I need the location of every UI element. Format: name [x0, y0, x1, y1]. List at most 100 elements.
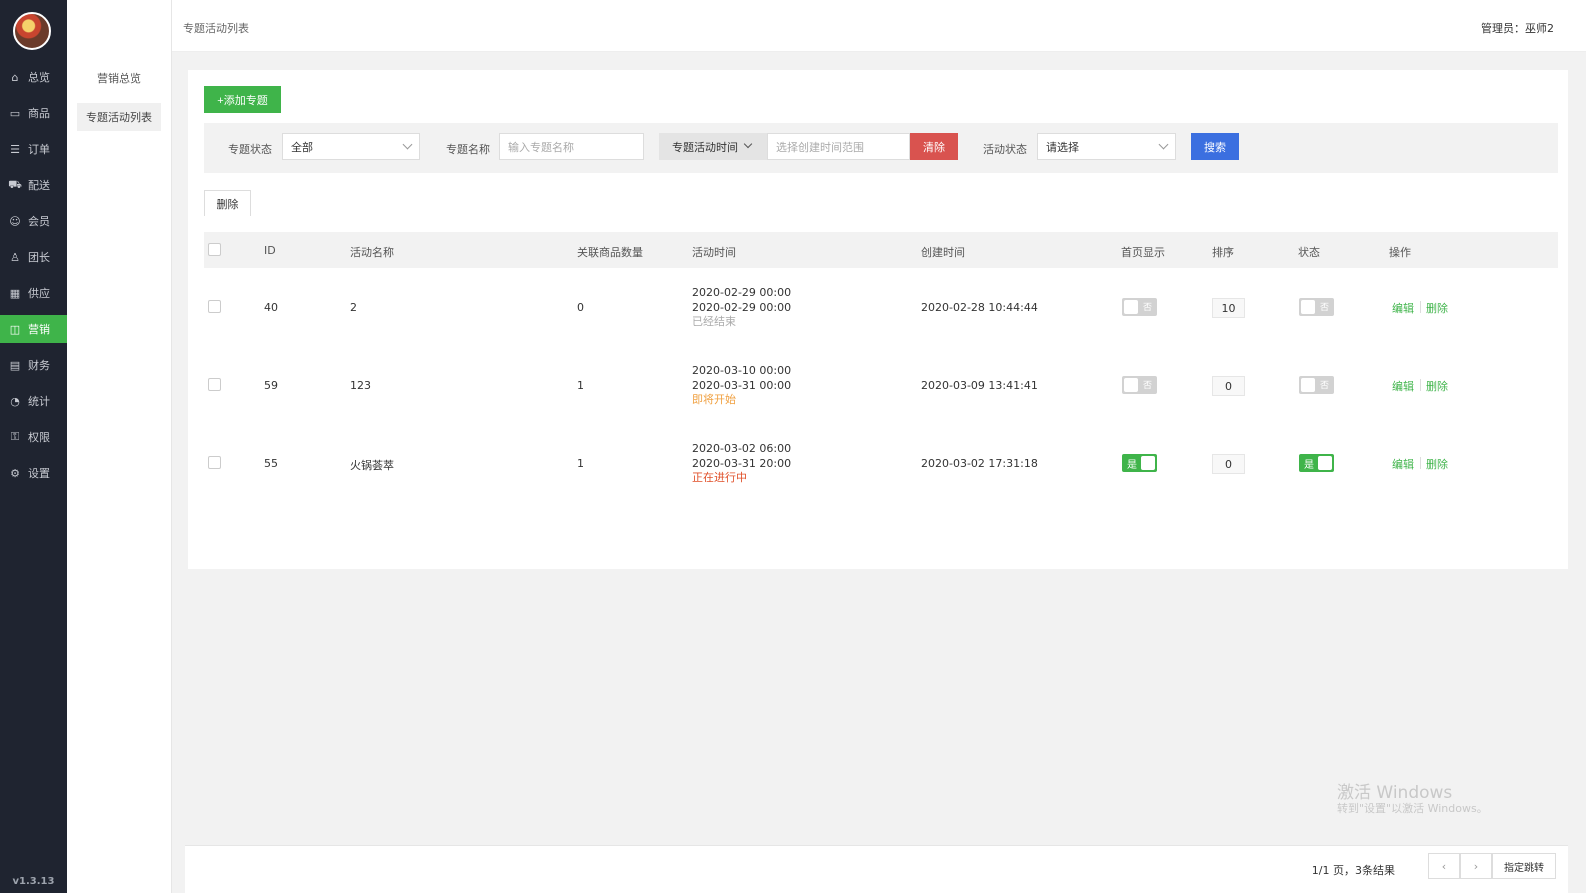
supply-icon: ▦ — [9, 286, 21, 300]
cell-id: 59 — [264, 379, 278, 392]
sidebar-item-settings[interactable]: ⚙ 设置 — [0, 459, 67, 487]
admin-name[interactable]: 巫师2 — [1525, 22, 1554, 35]
delete-link[interactable]: 删除 — [1426, 456, 1448, 472]
subnav-item-topic-list[interactable]: 专题活动列表 — [77, 103, 161, 131]
toggle-text: 是 — [1127, 460, 1137, 471]
next-page-button[interactable]: › — [1460, 853, 1492, 879]
home-display-toggle[interactable]: 否 — [1122, 298, 1157, 316]
sort-input[interactable]: 0 — [1212, 454, 1245, 474]
sidebar-item-supply[interactable]: ▦ 供应 — [0, 279, 67, 307]
cell-goods-count: 0 — [577, 301, 584, 314]
sidebar-item-stats[interactable]: ◔ 统计 — [0, 387, 67, 415]
delete-link[interactable]: 删除 — [1426, 300, 1448, 316]
edit-link[interactable]: 编辑 — [1392, 300, 1414, 316]
sidebar-item-label: 配送 — [28, 179, 50, 192]
sidebar-item-member[interactable]: ☺ 会员 — [0, 207, 67, 235]
activity-start: 2020-02-29 00:00 — [692, 286, 792, 299]
cell-created-time: 2020-03-09 13:41:41 — [921, 379, 1038, 392]
delete-link[interactable]: 删除 — [1426, 378, 1448, 394]
date-range-input[interactable]: 选择创建时间范围 — [767, 133, 910, 160]
search-button[interactable]: 搜索 — [1191, 133, 1239, 160]
sidebar-item-gift[interactable]: ◫ 营销 — [0, 315, 67, 343]
header-sort: 排序 — [1212, 246, 1234, 259]
main-sidebar: ⌂ 总览 ▭ 商品 ☰ 订单 ⛟ 配送 ☺ 会员 ♙ 团长 ▦ 供应 ◫ 营销 ▤ 财务 ◔ 统计 ⚿ 权限 ⚙ 设置 v1.… — [0, 0, 67, 893]
header-goods-count: 关联商品数量 — [577, 246, 643, 259]
name-input[interactable]: 输入专题名称 — [499, 133, 644, 160]
toggle-knob — [1318, 456, 1332, 470]
settings-icon: ⚙ — [10, 466, 20, 480]
table-row: 55 火锅荟萃 1 2020-03-02 06:00 2020-03-31 20:00 正… — [204, 424, 1558, 502]
home-display-toggle[interactable]: 是 — [1122, 454, 1157, 472]
edit-link[interactable]: 编辑 — [1392, 456, 1414, 472]
edit-link[interactable]: 编辑 — [1392, 378, 1414, 394]
cell-id: 40 — [264, 301, 278, 314]
jump-page-button[interactable]: 指定跳转 — [1492, 853, 1556, 879]
sidebar-item-goods[interactable]: ▭ 商品 — [0, 99, 67, 127]
activity-end: 2020-02-29 00:00 — [692, 301, 792, 314]
stats-icon: ◔ — [10, 394, 20, 408]
sidebar-item-delivery[interactable]: ⛟ 配送 — [0, 171, 67, 199]
status-toggle[interactable]: 是 — [1299, 454, 1334, 472]
cell-name: 123 — [350, 379, 371, 392]
header-created-time: 创建时间 — [921, 246, 965, 259]
activity-start: 2020-03-10 00:00 — [692, 364, 792, 377]
cell-id: 55 — [264, 457, 278, 470]
windows-activation-hint: 转到"设置"以激活 Windows。 — [1337, 802, 1488, 815]
sidebar-item-finance[interactable]: ▤ 财务 — [0, 351, 67, 379]
sidebar-item-permission[interactable]: ⚿ 权限 — [0, 423, 67, 451]
pager-bar: 1/1 页，3条结果 ‹ › 指定跳转 — [185, 845, 1568, 893]
sidebar-item-label: 团长 — [28, 251, 50, 264]
logo-avatar[interactable] — [13, 12, 51, 50]
cell-activity-time: 2020-03-10 00:00 2020-03-31 00:00 即将开始 — [692, 363, 791, 407]
row-checkbox[interactable] — [208, 378, 221, 391]
activity-status-badge: 即将开始 — [692, 393, 736, 406]
status-toggle[interactable]: 否 — [1299, 298, 1334, 316]
finance-icon: ▤ — [9, 358, 21, 372]
sidebar-item-label: 统计 — [28, 395, 50, 408]
batch-delete-button[interactable]: 删除 — [204, 190, 251, 216]
cell-name: 2 — [350, 301, 357, 314]
version-label: v1.3.13 — [12, 876, 55, 887]
order-icon: ☰ — [10, 142, 20, 156]
prev-page-button[interactable]: ‹ — [1428, 853, 1460, 879]
sidebar-item-home[interactable]: ⌂ 总览 — [0, 63, 67, 91]
select-all-checkbox[interactable] — [208, 243, 221, 256]
permission-icon: ⚿ — [10, 430, 20, 443]
date-type-value: 专题活动时间 — [672, 140, 738, 154]
sort-input[interactable]: 10 — [1212, 298, 1245, 318]
row-checkbox[interactable] — [208, 456, 221, 469]
sidebar-item-leader[interactable]: ♙ 团长 — [0, 243, 67, 271]
toggle-knob — [1124, 378, 1138, 392]
table-header: ID 活动名称 关联商品数量 活动时间 创建时间 首页显示 排序 状态 操作 — [204, 232, 1558, 268]
sidebar-item-label: 商品 — [28, 107, 50, 120]
activity-start: 2020-03-02 06:00 — [692, 442, 792, 455]
content-panel: +添加专题 专题状态 全部 专题名称 输入专题名称 专题活动时间 选择创建时间范… — [188, 70, 1568, 569]
date-type-select[interactable]: 专题活动时间 — [659, 133, 767, 160]
activity-end: 2020-03-31 20:00 — [692, 457, 792, 470]
cell-created-time: 2020-03-02 17:31:18 — [921, 457, 1038, 470]
subnav-item-marketing-overview[interactable]: 营销总览 — [77, 64, 161, 92]
sort-input[interactable]: 0 — [1212, 376, 1245, 396]
header-id: ID — [264, 244, 276, 257]
toggle-text: 否 — [1319, 381, 1329, 391]
header-name: 活动名称 — [350, 246, 394, 259]
activity-status-select[interactable]: 请选择 — [1037, 133, 1176, 160]
clear-date-button[interactable]: 清除 — [910, 133, 958, 160]
toggle-knob — [1301, 378, 1315, 392]
member-icon: ☺ — [9, 214, 21, 228]
header-status: 状态 — [1298, 246, 1320, 259]
add-topic-button[interactable]: +添加专题 — [204, 86, 281, 113]
header-activity-time: 活动时间 — [692, 246, 736, 259]
sidebar-item-label: 总览 — [28, 71, 50, 84]
toggle-text: 否 — [1319, 303, 1329, 313]
status-toggle[interactable]: 否 — [1299, 376, 1334, 394]
goods-icon: ▭ — [9, 106, 21, 120]
home-display-toggle[interactable]: 否 — [1122, 376, 1157, 394]
chevron-down-icon — [1158, 139, 1169, 150]
status-select[interactable]: 全部 — [282, 133, 420, 160]
sidebar-item-order[interactable]: ☰ 订单 — [0, 135, 67, 163]
cell-goods-count: 1 — [577, 457, 584, 470]
activity-end: 2020-03-31 00:00 — [692, 379, 792, 392]
chevron-down-icon — [402, 139, 413, 150]
row-checkbox[interactable] — [208, 300, 221, 313]
